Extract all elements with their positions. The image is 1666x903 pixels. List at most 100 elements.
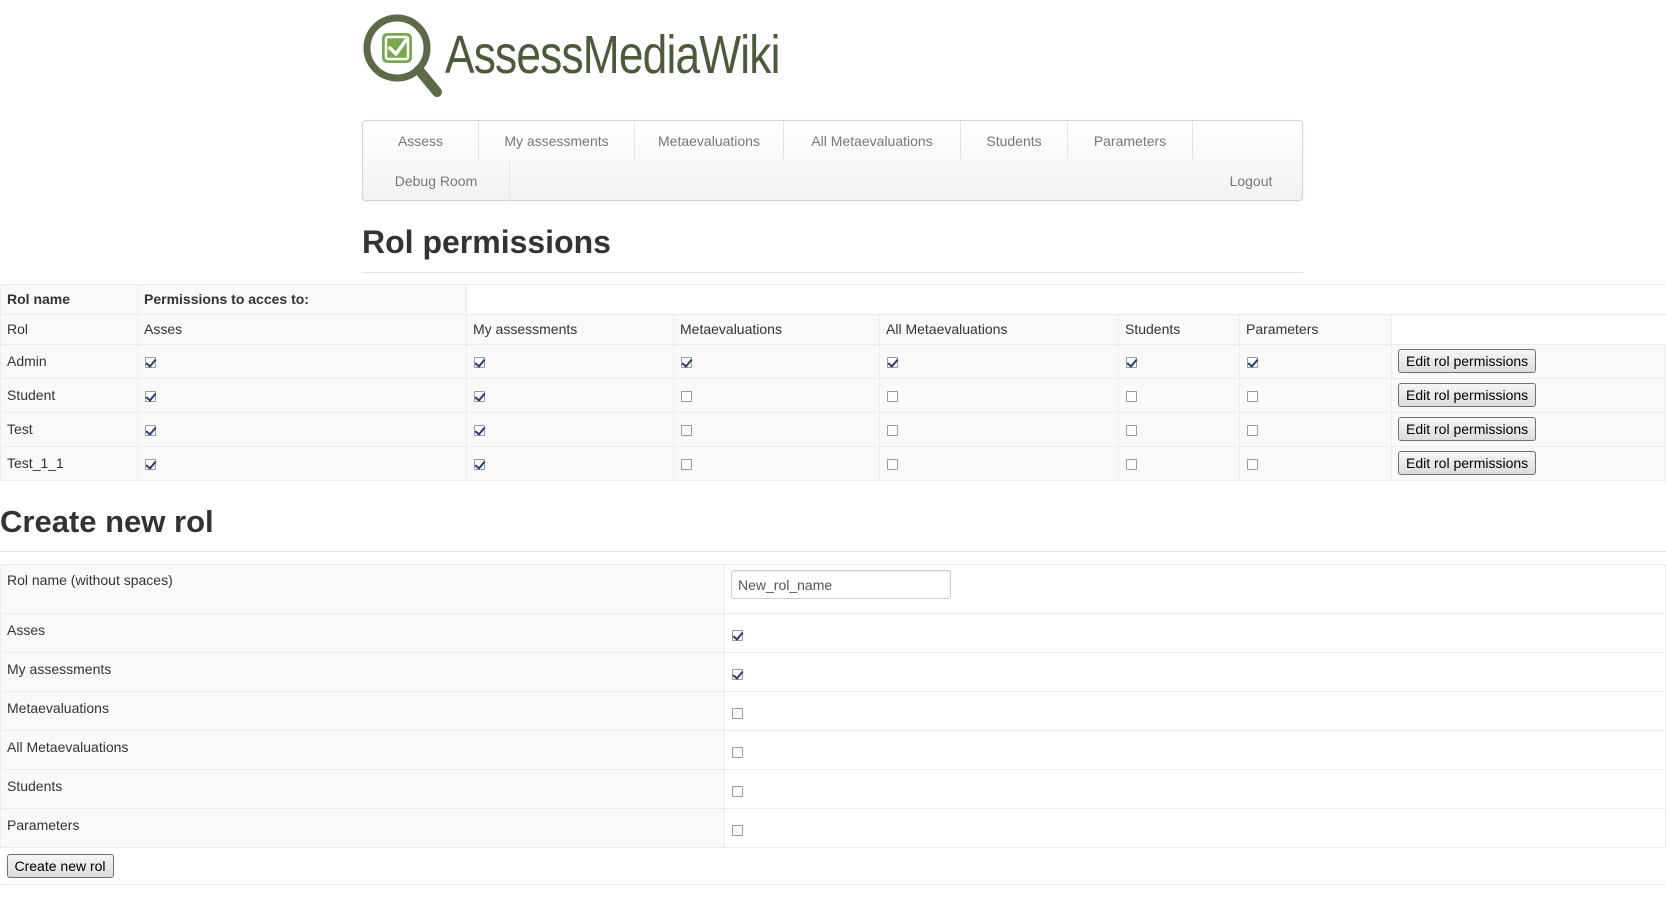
nav-my-assessments[interactable]: My assessments bbox=[479, 121, 635, 161]
permission-checkbox[interactable] bbox=[145, 356, 156, 368]
permission-checkbox[interactable] bbox=[1247, 424, 1258, 436]
nav-students[interactable]: Students bbox=[961, 121, 1068, 161]
permission-cell bbox=[673, 412, 880, 447]
permission-cell bbox=[137, 446, 467, 481]
permission-checkbox[interactable] bbox=[887, 424, 898, 436]
permission-cell bbox=[879, 446, 1119, 481]
permission-checkbox[interactable] bbox=[887, 390, 898, 402]
permissions-title: Rol permissions bbox=[362, 224, 611, 260]
permission-cell bbox=[1239, 446, 1392, 481]
permission-checkbox[interactable] bbox=[145, 424, 156, 436]
site-logo[interactable]: AssessMediaWiki bbox=[361, 12, 780, 100]
permission-cell bbox=[879, 378, 1119, 413]
permission-checkbox[interactable] bbox=[1126, 424, 1137, 436]
permission-checkbox[interactable] bbox=[681, 390, 692, 402]
permission-cell bbox=[466, 344, 674, 379]
action-cell: Edit rol permissions bbox=[1391, 412, 1666, 447]
nav-logout[interactable]: Logout bbox=[1211, 161, 1291, 201]
rol-name-input[interactable] bbox=[731, 570, 951, 599]
option-cell bbox=[724, 691, 1666, 731]
permission-cell bbox=[1118, 412, 1240, 447]
permission-checkbox[interactable] bbox=[1126, 356, 1137, 368]
permission-cell bbox=[137, 378, 467, 413]
option-row: Metaevaluations bbox=[0, 691, 1666, 731]
permission-checkbox[interactable] bbox=[681, 356, 692, 368]
magnifier-check-icon bbox=[363, 14, 442, 97]
rol-name-cell: Admin bbox=[0, 344, 138, 379]
permission-cell bbox=[673, 344, 880, 379]
action-cell: Edit rol permissions bbox=[1391, 378, 1666, 413]
nav-parameters[interactable]: Parameters bbox=[1068, 121, 1193, 161]
edit-rol-permissions-button[interactable]: Edit rol permissions bbox=[1398, 349, 1537, 373]
permission-checkbox[interactable] bbox=[1247, 356, 1258, 368]
option-cell bbox=[724, 652, 1666, 692]
column-header: Metaevaluations bbox=[673, 314, 880, 345]
table-row: Test Edit rol permissions bbox=[0, 412, 1666, 447]
edit-rol-permissions-button[interactable]: Edit rol permissions bbox=[1398, 417, 1537, 441]
option-row: Parameters bbox=[0, 808, 1666, 848]
permission-checkbox[interactable] bbox=[681, 458, 692, 470]
option-label: My assessments bbox=[0, 652, 725, 692]
permission-checkbox[interactable] bbox=[1126, 458, 1137, 470]
permission-checkbox[interactable] bbox=[474, 458, 485, 470]
option-cell bbox=[724, 613, 1666, 653]
permission-checkbox[interactable] bbox=[681, 424, 692, 436]
permission-cell bbox=[1239, 412, 1392, 447]
rol-name-cell: Student bbox=[0, 378, 138, 413]
column-header: Asses bbox=[137, 314, 467, 345]
permission-cell bbox=[879, 344, 1119, 379]
permission-cell bbox=[1118, 378, 1240, 413]
permission-checkbox[interactable] bbox=[145, 390, 156, 402]
permission-cell bbox=[466, 378, 674, 413]
option-cell bbox=[724, 769, 1666, 809]
option-checkbox[interactable] bbox=[732, 785, 743, 797]
permission-checkbox[interactable] bbox=[1247, 390, 1258, 402]
action-cell: Edit rol permissions bbox=[1391, 446, 1666, 481]
option-checkbox[interactable] bbox=[732, 629, 743, 641]
permission-checkbox[interactable] bbox=[887, 458, 898, 470]
nav-assess[interactable]: Assess bbox=[363, 121, 479, 161]
permission-checkbox[interactable] bbox=[145, 458, 156, 470]
option-cell bbox=[724, 808, 1666, 848]
option-row: Students bbox=[0, 769, 1666, 809]
option-cell bbox=[724, 730, 1666, 770]
create-divider bbox=[0, 551, 1666, 552]
permission-cell bbox=[879, 412, 1119, 447]
nav-debug-room[interactable]: Debug Room bbox=[363, 161, 510, 201]
option-row: My assessments bbox=[0, 652, 1666, 692]
permission-checkbox[interactable] bbox=[1126, 390, 1137, 402]
permission-cell bbox=[137, 344, 467, 379]
permission-cell bbox=[1118, 344, 1240, 379]
create-rol-button[interactable]: Create new rol bbox=[6, 854, 114, 878]
option-checkbox[interactable] bbox=[732, 746, 743, 758]
rol-name-cell: Test bbox=[0, 412, 138, 447]
permission-checkbox[interactable] bbox=[474, 390, 485, 402]
rol-name-cell: Test_1_1 bbox=[0, 446, 138, 481]
option-checkbox[interactable] bbox=[732, 824, 743, 836]
permission-cell bbox=[673, 446, 880, 481]
option-label: All Metaevaluations bbox=[0, 730, 725, 770]
permission-cell bbox=[1239, 344, 1392, 379]
permission-checkbox[interactable] bbox=[887, 356, 898, 368]
rol-name-header: Rol name bbox=[0, 284, 138, 315]
option-checkbox[interactable] bbox=[732, 707, 743, 719]
column-header: My assessments bbox=[466, 314, 674, 345]
edit-rol-permissions-button[interactable]: Edit rol permissions bbox=[1398, 383, 1537, 407]
column-header: All Metaevaluations bbox=[879, 314, 1119, 345]
table-row: Test_1_1 Edit rol permissions bbox=[0, 446, 1666, 481]
column-header: Rol bbox=[0, 314, 138, 345]
option-label: Parameters bbox=[0, 808, 725, 848]
nav-all-metaevaluations[interactable]: All Metaevaluations bbox=[784, 121, 961, 161]
nav-metaevaluations[interactable]: Metaevaluations bbox=[635, 121, 784, 161]
option-label: Asses bbox=[0, 613, 725, 653]
permission-checkbox[interactable] bbox=[474, 356, 485, 368]
permission-checkbox[interactable] bbox=[474, 424, 485, 436]
option-label: Students bbox=[0, 769, 725, 809]
option-checkbox[interactable] bbox=[732, 668, 743, 680]
column-header: Parameters bbox=[1239, 314, 1392, 345]
edit-rol-permissions-button[interactable]: Edit rol permissions bbox=[1398, 451, 1537, 475]
permissions-table: Rol name Permissions to acces to: Rol As… bbox=[0, 284, 1666, 481]
permission-checkbox[interactable] bbox=[1247, 458, 1258, 470]
create-rol-form: Rol name (without spaces) AssesMy assess… bbox=[0, 564, 1666, 885]
option-label: Metaevaluations bbox=[0, 691, 725, 731]
